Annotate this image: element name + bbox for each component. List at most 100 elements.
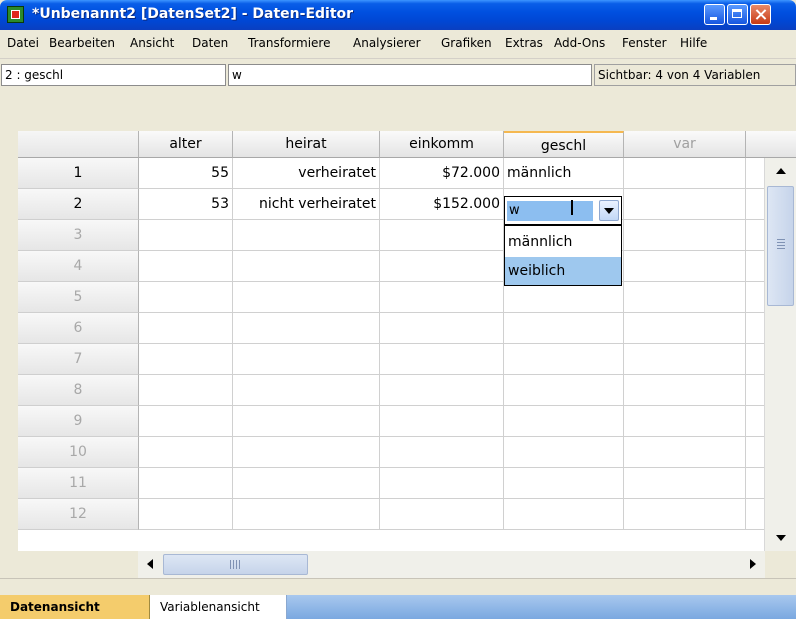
cell-var-8[interactable] [624, 375, 746, 406]
geschl-cell-editor[interactable]: w [504, 196, 622, 225]
menu-fenster[interactable]: Fenster [622, 36, 667, 50]
cell-einkomm-9[interactable] [380, 406, 504, 437]
cell-geschl-5[interactable] [504, 282, 624, 313]
cell-geschl-11[interactable] [504, 468, 624, 499]
tab-variable-view[interactable]: Variablenansicht [150, 595, 287, 619]
cell-var-4[interactable] [624, 251, 746, 282]
minimize-button[interactable] [704, 4, 725, 25]
cell-heirat-8[interactable] [233, 375, 380, 406]
row-header-11[interactable]: 11 [18, 468, 139, 499]
cell-var-5[interactable] [624, 282, 746, 313]
cell-alter-5[interactable] [139, 282, 233, 313]
scroll-left-icon[interactable] [140, 554, 162, 575]
row-header-12[interactable]: 12 [18, 499, 139, 530]
row-header-5[interactable]: 5 [18, 282, 139, 313]
cell-einkomm-10[interactable] [380, 437, 504, 468]
cell-var-7[interactable] [624, 344, 746, 375]
column-header-heirat[interactable]: heirat [233, 131, 380, 158]
cell-alter-12[interactable] [139, 499, 233, 530]
cell-einkomm-4[interactable] [380, 251, 504, 282]
cell-heirat-10[interactable] [233, 437, 380, 468]
cell-einkomm-1[interactable]: $72.000 [380, 158, 504, 189]
cell-geschl-1[interactable]: männlich [504, 158, 624, 189]
cell-heirat-3[interactable] [233, 220, 380, 251]
menu-datei[interactable]: Datei [7, 36, 39, 50]
cell-geschl-8[interactable] [504, 375, 624, 406]
dropdown-arrow-icon[interactable] [599, 200, 619, 221]
close-button[interactable] [750, 4, 771, 25]
title-bar[interactable]: *Unbenannt2 [DatenSet2] - Daten-Editor [0, 0, 796, 30]
vertical-scrollbar[interactable] [764, 158, 796, 551]
menu-add-ons[interactable]: Add-Ons [554, 36, 605, 50]
cell-alter-6[interactable] [139, 313, 233, 344]
cell-alter-1[interactable]: 55 [139, 158, 233, 189]
menu-daten[interactable]: Daten [192, 36, 228, 50]
cell-einkomm-3[interactable] [380, 220, 504, 251]
menu-bearbeiten[interactable]: Bearbeiten [49, 36, 115, 50]
cell-var-11[interactable] [624, 468, 746, 499]
dropdown-option-weiblich[interactable]: weiblich [505, 257, 621, 285]
cell-alter-9[interactable] [139, 406, 233, 437]
cell-var-2[interactable] [624, 189, 746, 220]
menu-extras[interactable]: Extras [505, 36, 543, 50]
menu-grafiken[interactable]: Grafiken [441, 36, 492, 50]
cell-alter-7[interactable] [139, 344, 233, 375]
row-header-2[interactable]: 2 [18, 189, 139, 220]
row-header-10[interactable]: 10 [18, 437, 139, 468]
cell-geschl-6[interactable] [504, 313, 624, 344]
cell-heirat-1[interactable]: verheiratet [233, 158, 380, 189]
cell-einkomm-12[interactable] [380, 499, 504, 530]
cell-value-input[interactable]: w [228, 64, 592, 86]
column-header-empty[interactable] [746, 131, 796, 158]
cell-alter-3[interactable] [139, 220, 233, 251]
cell-var-6[interactable] [624, 313, 746, 344]
cell-einkomm-5[interactable] [380, 282, 504, 313]
cell-heirat-12[interactable] [233, 499, 380, 530]
cell-geschl-10[interactable] [504, 437, 624, 468]
menu-ansicht[interactable]: Ansicht [130, 36, 174, 50]
scroll-up-icon[interactable] [766, 158, 795, 184]
cell-alter-10[interactable] [139, 437, 233, 468]
row-header-7[interactable]: 7 [18, 344, 139, 375]
scroll-right-icon[interactable] [741, 554, 763, 575]
column-header-var[interactable]: var [624, 131, 746, 158]
vertical-scroll-thumb[interactable] [767, 186, 794, 306]
cell-geschl-7[interactable] [504, 344, 624, 375]
cell-var-3[interactable] [624, 220, 746, 251]
editor-input[interactable]: w [507, 201, 593, 221]
tab-data-view[interactable]: Datenansicht [0, 595, 150, 619]
cell-alter-11[interactable] [139, 468, 233, 499]
cell-einkomm-11[interactable] [380, 468, 504, 499]
cell-geschl-12[interactable] [504, 499, 624, 530]
cell-geschl-9[interactable] [504, 406, 624, 437]
cell-heirat-7[interactable] [233, 344, 380, 375]
maximize-button[interactable] [727, 4, 748, 25]
corner-header[interactable] [18, 131, 139, 158]
row-header-9[interactable]: 9 [18, 406, 139, 437]
row-header-3[interactable]: 3 [18, 220, 139, 251]
cell-var-12[interactable] [624, 499, 746, 530]
row-header-8[interactable]: 8 [18, 375, 139, 406]
column-header-einkomm[interactable]: einkomm [380, 131, 504, 158]
scroll-down-icon[interactable] [766, 525, 795, 551]
cell-alter-4[interactable] [139, 251, 233, 282]
cell-var-10[interactable] [624, 437, 746, 468]
menu-hilfe[interactable]: Hilfe [680, 36, 707, 50]
cell-heirat-4[interactable] [233, 251, 380, 282]
cell-heirat-11[interactable] [233, 468, 380, 499]
cell-einkomm-7[interactable] [380, 344, 504, 375]
horizontal-scrollbar[interactable] [138, 551, 765, 578]
cell-einkomm-6[interactable] [380, 313, 504, 344]
row-header-6[interactable]: 6 [18, 313, 139, 344]
cell-alter-2[interactable]: 53 [139, 189, 233, 220]
cell-heirat-5[interactable] [233, 282, 380, 313]
column-header-alter[interactable]: alter [139, 131, 233, 158]
menu-analysierer[interactable]: Analysierer [353, 36, 421, 50]
menu-transformiere[interactable]: Transformiere [248, 36, 330, 50]
row-header-1[interactable]: 1 [18, 158, 139, 189]
cell-heirat-6[interactable] [233, 313, 380, 344]
cell-var-9[interactable] [624, 406, 746, 437]
dropdown-option-maennlich[interactable]: männlich [505, 228, 621, 256]
cell-einkomm-2[interactable]: $152.000 [380, 189, 504, 220]
column-header-geschl[interactable]: geschl [504, 131, 624, 158]
